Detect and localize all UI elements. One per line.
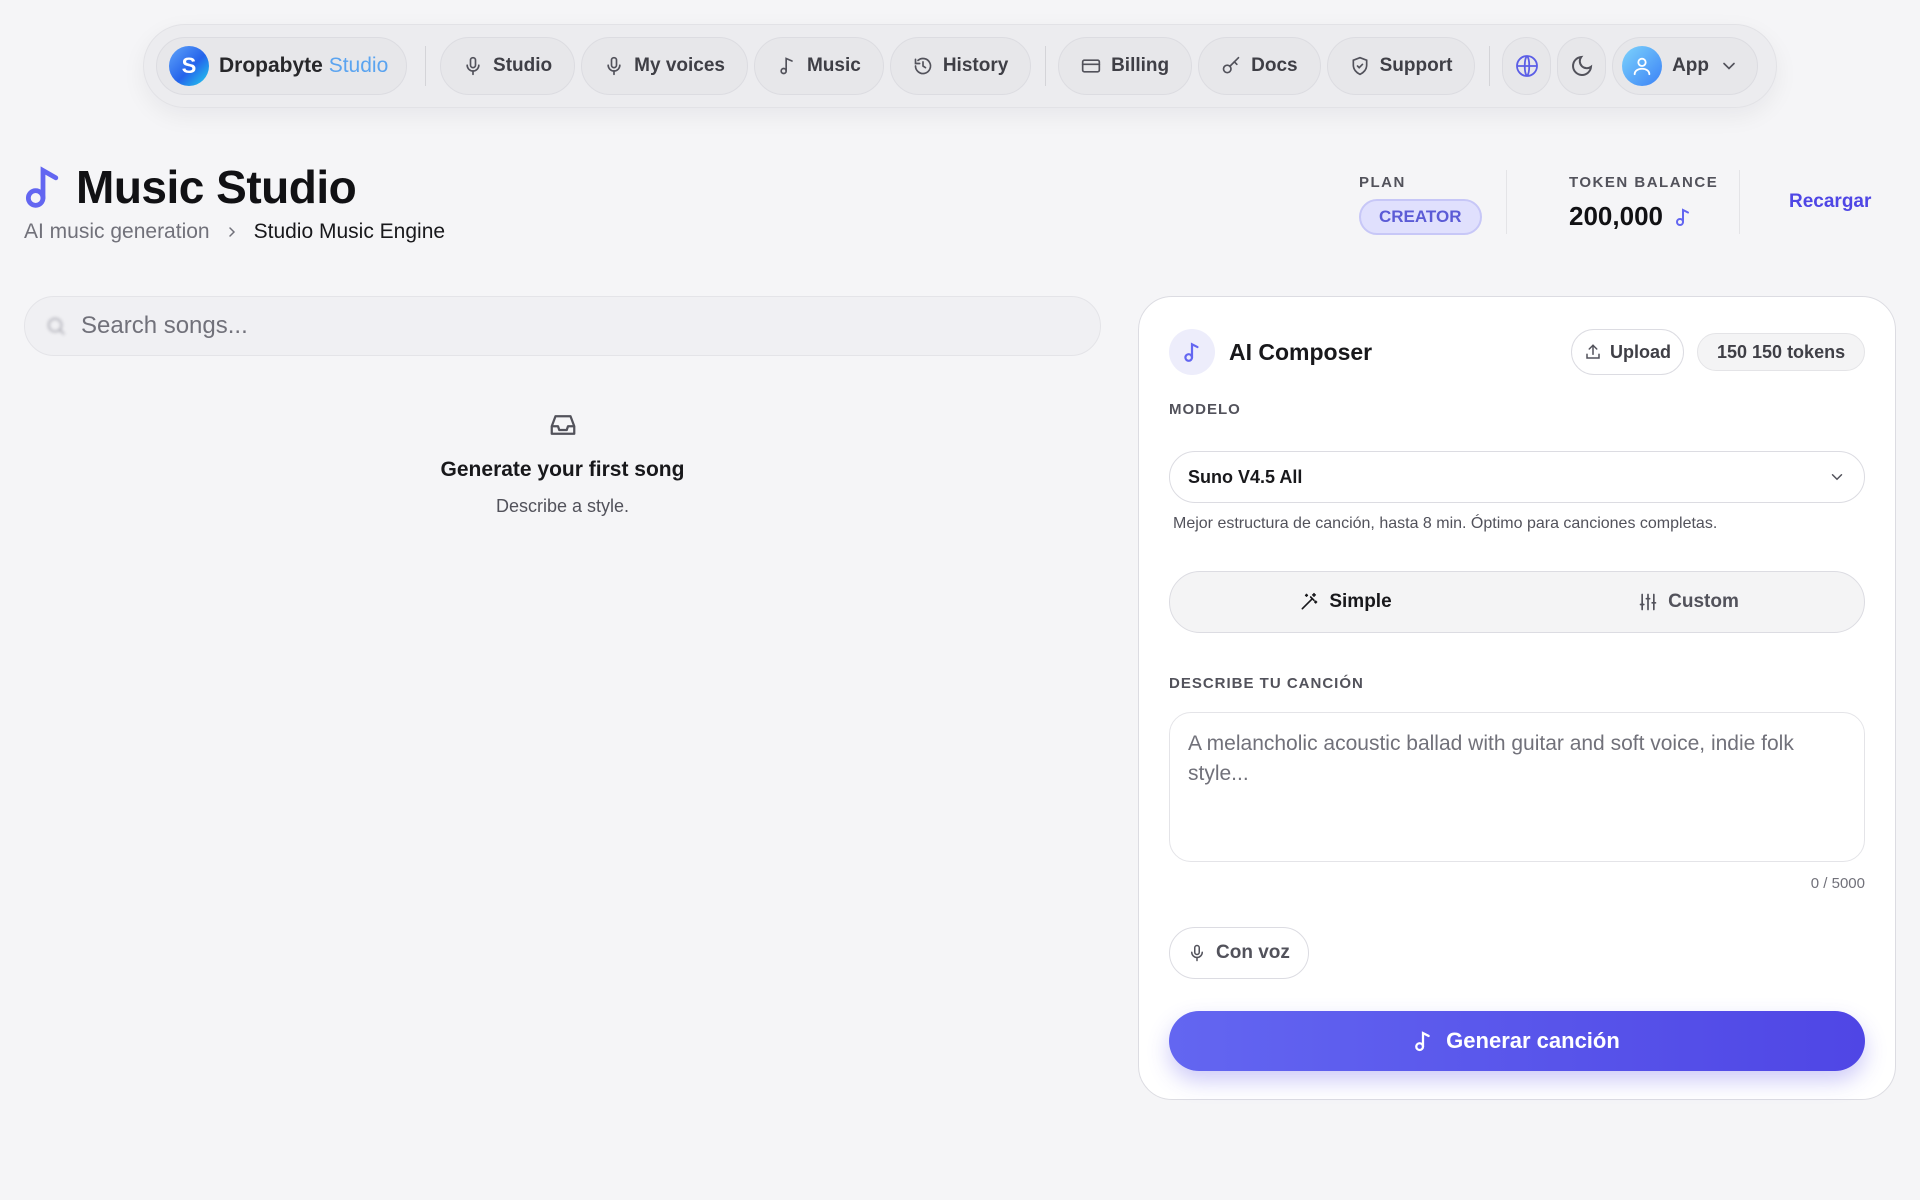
user-menu-label: App [1672,55,1709,76]
mode-custom-label: Custom [1668,591,1739,612]
breadcrumb-current: Studio Music Engine [253,220,446,243]
nav-item-label: My voices [634,55,725,76]
composer-header: AI Composer [1169,329,1372,375]
nav-item-label: Music [806,55,861,76]
nav-item-billing[interactable]: Billing [1058,37,1193,95]
magic-wand-icon [1301,592,1318,610]
plan-label: PLAN [1359,174,1406,191]
mic-icon [466,56,480,76]
token-balance-value: 200,000 [1569,201,1718,232]
brand-name: Dropabyte Studio [219,54,388,78]
stat-divider [1506,170,1507,234]
key-icon [1222,56,1240,74]
nav-divider [425,46,427,86]
stat-divider [1739,170,1740,234]
music-note-icon [1184,342,1199,362]
mic-icon [607,56,621,76]
with-voice-toggle[interactable]: Con voz [1169,927,1309,979]
avatar [1622,46,1663,86]
chevron-down-icon [1723,62,1735,70]
upload-button[interactable]: Upload [1571,329,1684,375]
brand-name-accent: Studio [328,54,389,77]
plan-badge: CREATOR [1359,199,1482,235]
token-cost-badge: 150 150 tokens [1697,333,1866,371]
generate-song-label: Generar canción [1446,1028,1620,1053]
search-icon [47,317,65,335]
globe-icon [1515,55,1538,77]
mode-toggle: Simple Custom [1169,571,1865,633]
token-balance: TOKEN BALANCE 200,000 [1569,174,1718,232]
music-note-icon [1675,207,1689,226]
song-description-input[interactable] [1169,712,1865,862]
music-note-icon [1415,1031,1430,1052]
nav-item-support[interactable]: Support [1326,37,1476,95]
model-description: Mejor estructura de canción, hasta 8 min… [1173,515,1718,532]
brand-logo: S [169,46,209,86]
credit-card-icon [1081,59,1101,73]
theme-toggle-button[interactable] [1557,37,1607,95]
moon-icon [1571,55,1592,76]
top-nav: S Dropabyte Studio Studio My voices Musi… [143,24,1777,108]
mode-simple-tab[interactable]: Simple [1174,576,1517,628]
empty-state-title: Generate your first song [440,458,685,481]
plan-info: PLAN CREATOR [1359,174,1482,235]
language-button[interactable] [1502,37,1552,95]
shield-icon [1352,56,1368,76]
nav-item-label: Support [1379,55,1453,76]
nav-item-label: History [942,55,1009,76]
page-title: Music Studio [76,161,357,213]
upload-label: Upload [1610,341,1671,362]
nav-item-label: Studio [493,55,553,76]
history-icon [914,57,932,75]
composer-icon [1169,329,1215,375]
with-voice-label: Con voz [1216,942,1290,963]
mic-icon [1191,944,1203,962]
brand-name-main: Dropabyte [219,54,323,77]
describe-label: DESCRIBE TU CANCIÓN [1169,675,1364,692]
character-counter: 0 / 5000 [1810,875,1865,892]
nav-divider [1489,46,1491,86]
song-search [24,296,1101,356]
music-note-icon [780,57,793,75]
recharge-link[interactable]: Recargar [1789,191,1871,213]
nav-divider [1045,46,1047,86]
nav-item-studio[interactable]: Studio [440,37,576,95]
music-note-icon [25,166,59,208]
nav-item-music[interactable]: Music [753,37,884,95]
composer-title: AI Composer [1229,338,1373,365]
ai-composer-panel: AI Composer Upload 150 150 tokens MODELO… [1138,296,1896,1100]
model-select[interactable]: Suno V4.5 All [1169,451,1865,503]
empty-state-subtitle: Describe a style. [495,496,630,516]
generate-song-button[interactable]: Generar canción [1169,1011,1865,1071]
nav-item-my-voices[interactable]: My voices [581,37,748,95]
empty-state: Generate your first song Describe a styl… [24,410,1101,517]
brand-logo-letter: S [181,53,197,78]
nav-item-label: Billing [1111,55,1170,76]
page-header: Music Studio [24,160,357,214]
nav-item-docs[interactable]: Docs [1198,37,1321,95]
breadcrumb: AI music generation Studio Music Engine [24,220,445,244]
mode-custom-tab[interactable]: Custom [1517,576,1860,628]
search-input[interactable] [81,312,1080,340]
token-balance-label: TOKEN BALANCE [1569,174,1719,191]
breadcrumb-item[interactable]: AI music generation [24,220,210,244]
model-select-value: Suno V4.5 All [1188,466,1303,487]
sliders-icon [1639,593,1657,611]
mode-simple-label: Simple [1329,591,1392,612]
brand-home-link[interactable]: S Dropabyte Studio [156,37,408,95]
user-menu-button[interactable]: App [1612,37,1758,95]
user-icon [1633,57,1651,76]
nav-item-history[interactable]: History [889,37,1032,95]
chevron-right-icon [228,227,235,237]
chevron-down-icon [1831,474,1843,481]
upload-icon [1586,344,1600,359]
nav-item-label: Docs [1251,55,1298,76]
model-label: MODELO [1169,401,1241,418]
inbox-icon [550,415,575,435]
token-balance-number: 200,000 [1569,201,1663,231]
